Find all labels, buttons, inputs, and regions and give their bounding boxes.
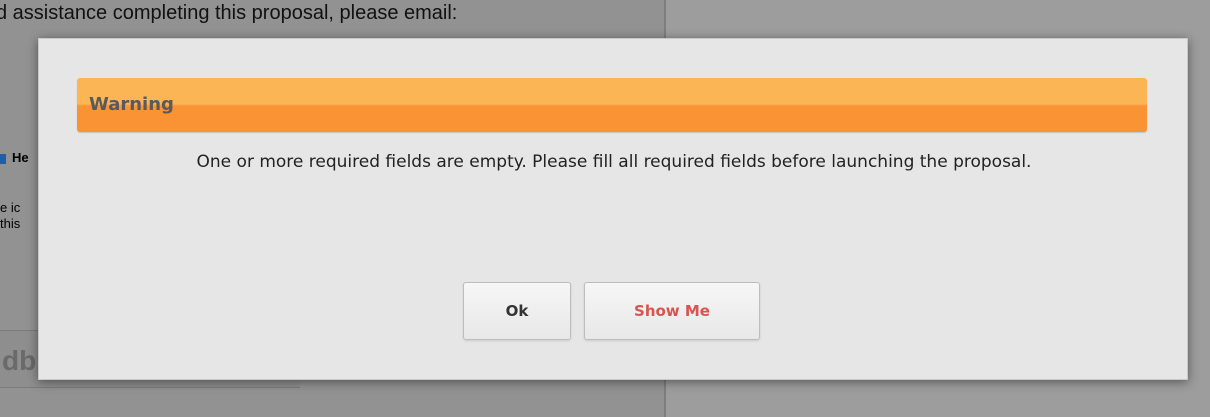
background-instruction-text: d assistance completing this proposal, p… [0, 2, 458, 24]
help-icon [0, 153, 6, 164]
background-text-line: e ic [0, 200, 21, 215]
ok-button[interactable]: Ok [463, 282, 571, 340]
dialog-message: One or more required fields are empty. P… [196, 152, 1032, 172]
help-link-label: He [12, 150, 29, 165]
background-text-line: this [0, 216, 21, 231]
background-box-text: db [2, 345, 37, 376]
show-me-button[interactable]: Show Me [584, 282, 760, 340]
warning-dialog: Warning One or more required fields are … [38, 38, 1188, 380]
dialog-header: Warning [77, 78, 1147, 132]
dialog-title: Warning [89, 94, 174, 115]
background-help-link: He [0, 150, 29, 165]
